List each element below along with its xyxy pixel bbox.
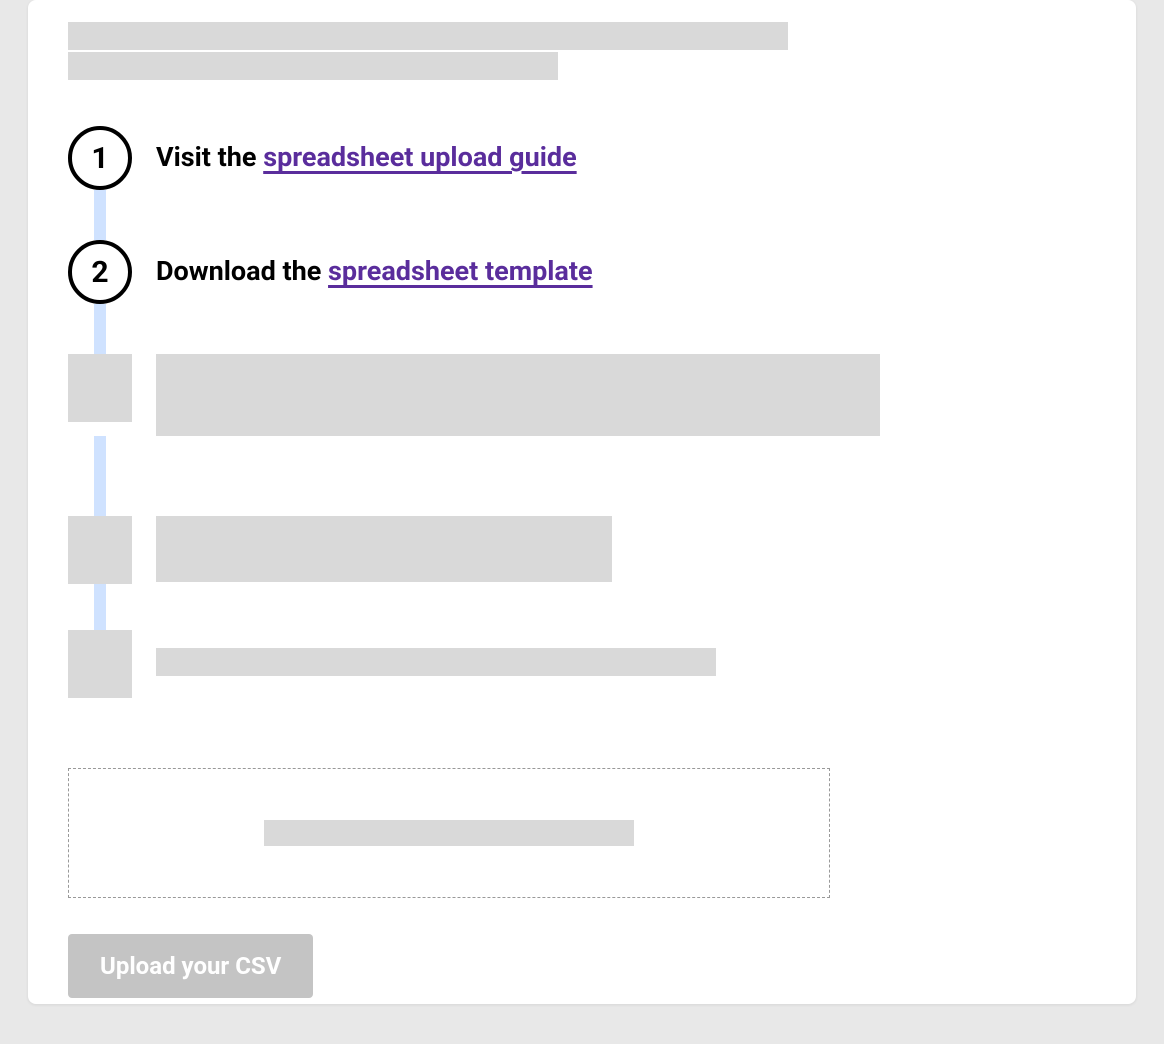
- skeleton-square: [68, 630, 132, 698]
- skeleton-line: [68, 22, 788, 50]
- step-2: 2 Download the spreadsheet template: [68, 240, 1096, 304]
- step-number-circle: 2: [68, 240, 132, 304]
- step-1: 1 Visit the spreadsheet upload guide: [68, 126, 1096, 190]
- steps-list: 1 Visit the spreadsheet upload guide 2 D…: [68, 126, 1096, 698]
- connector-line: [94, 304, 106, 354]
- step-marker: [68, 630, 132, 698]
- step-3-content-skeleton: [156, 354, 880, 436]
- step-1-content: Visit the spreadsheet upload guide: [156, 126, 577, 175]
- step-marker: [68, 354, 132, 422]
- step-connector: [68, 190, 132, 240]
- step-marker: 1: [68, 126, 132, 190]
- step-4-skeleton: [68, 516, 1096, 584]
- step-5-content-skeleton: [156, 630, 716, 676]
- connector-line: [94, 584, 106, 630]
- skeleton-square: [68, 354, 132, 422]
- connector-line: [94, 436, 106, 516]
- dropzone-placeholder: [264, 820, 634, 846]
- step-4-content-skeleton: [156, 516, 612, 582]
- step-number-circle: 1: [68, 126, 132, 190]
- step-2-content: Download the spreadsheet template: [156, 240, 593, 289]
- step-connector: [68, 584, 132, 630]
- spreadsheet-upload-guide-link[interactable]: spreadsheet upload guide: [263, 141, 576, 173]
- step-marker: 2: [68, 240, 132, 304]
- step-5-skeleton: [68, 630, 1096, 698]
- upload-card: 1 Visit the spreadsheet upload guide 2 D…: [28, 0, 1136, 1004]
- skeleton-intro: [68, 0, 1096, 80]
- skeleton-block: [156, 516, 612, 582]
- step-1-prefix: Visit the: [156, 141, 263, 173]
- skeleton-block: [156, 354, 880, 436]
- spreadsheet-template-link[interactable]: spreadsheet template: [328, 255, 593, 287]
- skeleton-block: [156, 648, 716, 676]
- step-marker: [68, 516, 132, 584]
- file-dropzone[interactable]: [68, 768, 830, 898]
- connector-line: [94, 190, 106, 240]
- step-connector: [68, 436, 132, 516]
- step-3-skeleton: [68, 354, 1096, 436]
- step-connector: [68, 304, 132, 354]
- skeleton-line: [68, 52, 558, 80]
- skeleton-square: [68, 516, 132, 584]
- upload-csv-button[interactable]: Upload your CSV: [68, 934, 313, 998]
- step-2-prefix: Download the: [156, 255, 328, 287]
